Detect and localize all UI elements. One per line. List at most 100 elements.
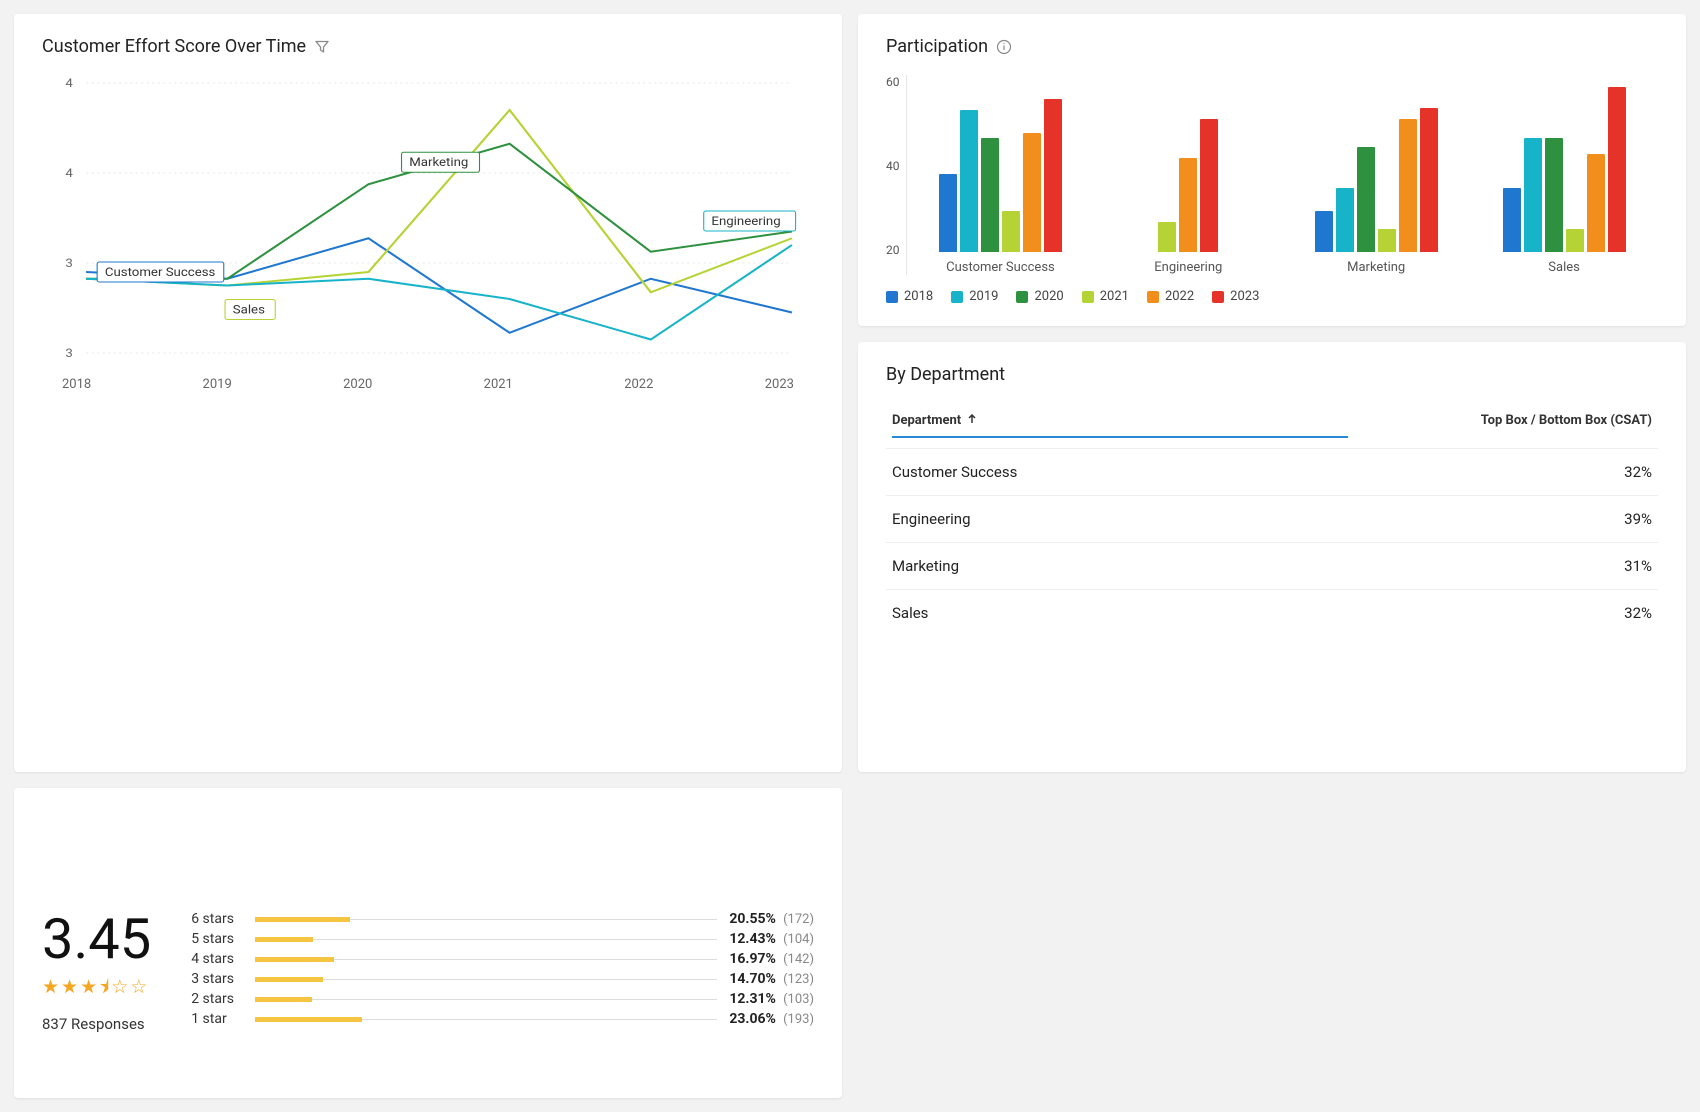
bar[interactable] [1503,188,1521,252]
legend-item[interactable]: 2020 [1016,289,1063,304]
participation-chart: 60 40 20 Customer SuccessEngineeringMark… [886,75,1658,275]
bar[interactable] [1378,229,1396,252]
filter-icon[interactable] [314,39,330,55]
dept-cell: Marketing [892,557,959,575]
bar[interactable] [1023,133,1041,252]
bar[interactable] [939,174,957,252]
ytick: 40 [886,159,900,173]
legend-item[interactable]: 2018 [886,289,933,304]
rating-row-label: 1 star [191,1011,243,1027]
dept-cell: Engineering [892,510,971,528]
legend-label: 2023 [1230,289,1259,304]
bar[interactable] [1608,87,1626,252]
rating-row[interactable]: 1 star 23.06% (193) [191,1011,814,1027]
rating-row-label: 6 stars [191,911,243,927]
bar[interactable] [1566,229,1584,252]
svg-text:3: 3 [65,257,72,271]
metric-column-header[interactable]: Top Box / Bottom Box (CSAT) [1481,413,1652,438]
bar[interactable] [1002,211,1020,252]
legend-item[interactable]: 2019 [951,289,998,304]
bar-group: Engineering [1114,92,1262,275]
rating-bar-fill [255,957,333,962]
ces-card: Customer Effort Score Over Time 4433Cust… [14,14,842,772]
legend-label: 2022 [1165,289,1194,304]
rating-row-count: (193) [780,1012,814,1027]
dept-cell: Sales [892,604,928,622]
star-outline-icon: ☆ [130,975,149,998]
rating-responses: 837 Responses [42,1015,151,1033]
table-row[interactable]: Customer Success32% [886,448,1658,495]
legend-swatch [886,291,898,303]
dept-column-label: Department [892,413,961,428]
bar-category-label: Customer Success [946,260,1055,275]
participation-card: Participation 60 40 20 Customer SuccessE… [858,14,1686,326]
rating-row-count: (142) [780,952,814,967]
metric-cell: 31% [1624,557,1652,575]
legend-item[interactable]: 2023 [1212,289,1259,304]
star-icon: ★ [42,975,61,998]
bar[interactable] [1044,99,1062,252]
info-icon[interactable] [996,39,1012,55]
rating-row-pct: 20.55% (172) [729,911,814,927]
rating-row-label: 5 stars [191,931,243,947]
bar[interactable] [1336,188,1354,252]
bar[interactable] [1587,154,1605,252]
bar[interactable] [1179,158,1197,252]
bar[interactable] [1357,147,1375,252]
bar-group: Customer Success [927,92,1075,275]
legend-swatch [1212,291,1224,303]
bar[interactable] [1315,211,1333,252]
table-row[interactable]: Sales 32% [886,589,1658,636]
rating-bar-fill [255,977,323,982]
bar[interactable] [1158,222,1176,252]
series-label: Marketing [409,156,468,170]
participation-title-text: Participation [886,36,988,57]
bar[interactable] [1545,138,1563,252]
rating-bar-fill [255,917,350,922]
rating-bar-fill [255,1017,362,1022]
rating-row-pct: 23.06% (193) [729,1011,814,1027]
table-row[interactable]: Engineering39% [886,495,1658,542]
bar[interactable] [1399,119,1417,252]
rating-row[interactable]: 4 stars16.97% (142) [191,951,814,967]
x-tick: 2019 [203,377,232,392]
legend-item[interactable]: 2021 [1082,289,1129,304]
legend-label: 2019 [969,289,998,304]
rating-bar-track [255,1017,717,1022]
bar-group: Marketing [1302,92,1450,275]
rating-row[interactable]: 3 stars14.70% (123) [191,971,814,987]
line-series[interactable] [86,238,792,333]
rating-row-label: 2 stars [191,991,243,1007]
ces-title-text: Customer Effort Score Over Time [42,36,306,57]
bar[interactable] [1524,138,1542,252]
series-label: Engineering [711,215,780,229]
bar[interactable] [960,110,978,252]
star-half-icon: ⯨ [99,975,111,998]
x-tick: 2020 [343,377,372,392]
ces-title: Customer Effort Score Over Time [42,36,814,57]
rating-row-pct: 12.43% (104) [729,931,814,947]
legend-swatch [1016,291,1028,303]
rating-row-label: 3 stars [191,971,243,987]
dept-column-header[interactable]: Department [892,413,1348,438]
rating-row[interactable]: 6 stars 20.55% (172) [191,911,814,927]
bar[interactable] [1200,119,1218,252]
rating-row[interactable]: 5 stars 12.43% (104) [191,931,814,947]
rating-row[interactable]: 2 stars 12.31% (103) [191,991,814,1007]
legend-item[interactable]: 2022 [1147,289,1194,304]
legend-swatch [1082,291,1094,303]
table-row[interactable]: Marketing 31% [886,542,1658,589]
line-series[interactable] [86,245,792,340]
svg-text:4: 4 [65,167,72,181]
bar-category-label: Marketing [1347,260,1405,275]
rating-row-pct: 12.31% (103) [729,991,814,1007]
rating-value: 3.45 [42,911,151,967]
bar-category-label: Engineering [1154,260,1222,275]
rating-bar-track [255,917,717,922]
bar[interactable] [1420,108,1438,252]
metric-cell: 32% [1624,604,1652,622]
legend-label: 2018 [904,289,933,304]
star-outline-icon: ☆ [111,975,130,998]
bar[interactable] [981,138,999,252]
rating-row-label: 4 stars [191,951,243,967]
